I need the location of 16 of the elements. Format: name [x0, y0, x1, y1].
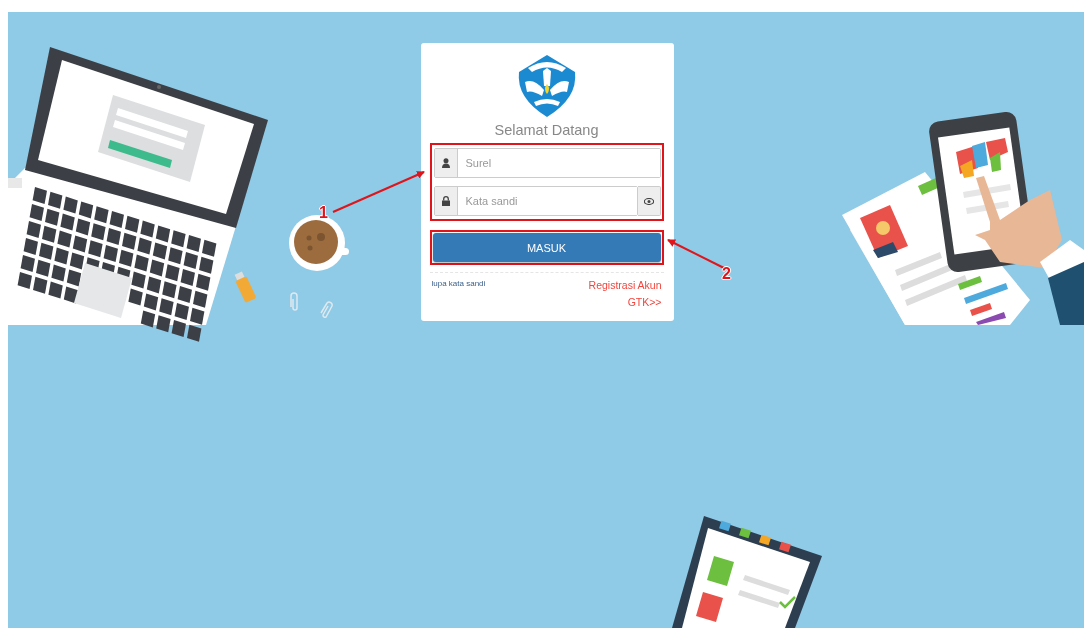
password-field[interactable]: Kata sandi: [433, 186, 638, 216]
paperclip-icon: [320, 301, 333, 319]
forgot-password-link[interactable]: lupa kata sandi: [431, 279, 486, 288]
paperclip-icon: [290, 292, 298, 311]
login-button[interactable]: MASUK: [432, 233, 661, 262]
lock-icon: [441, 196, 450, 206]
usb-stick-drawing: [234, 271, 257, 303]
show-password-button[interactable]: [637, 186, 661, 216]
welcome-title: Selamat Datang: [493, 122, 600, 138]
callout-number: 1: [319, 204, 328, 222]
register-link[interactable]: Registrasi Akun GTK>>: [581, 277, 662, 311]
user-icon: [441, 158, 450, 168]
email-field[interactable]: Surel: [433, 148, 661, 178]
callout-number: 2: [722, 265, 731, 283]
callout-arrow: [667, 239, 725, 269]
eye-icon: [643, 197, 654, 205]
